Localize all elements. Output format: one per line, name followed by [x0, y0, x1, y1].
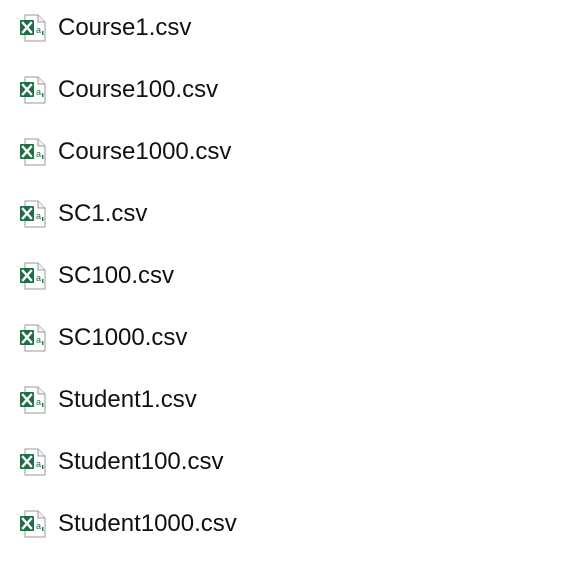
svg-text:a: a — [36, 211, 41, 221]
file-item-student1000[interactable]: a Student1000.csv — [18, 504, 538, 544]
file-item-student100[interactable]: a Student100.csv — [18, 442, 538, 482]
file-name: Course100.csv — [58, 76, 219, 103]
excel-csv-icon: a — [20, 200, 46, 228]
file-item-student1[interactable]: a Student1.csv — [18, 380, 538, 420]
svg-text:a: a — [36, 335, 41, 345]
file-item-course1000[interactable]: a Course1000.csv — [18, 132, 538, 172]
excel-csv-icon: a — [20, 448, 46, 476]
svg-text:a: a — [36, 149, 41, 159]
excel-csv-icon: a — [20, 262, 46, 290]
file-name: SC100.csv — [58, 262, 175, 289]
svg-text:a: a — [36, 273, 41, 283]
file-name: Student1.csv — [58, 386, 197, 413]
file-name: SC1.csv — [58, 200, 148, 227]
file-item-sc1[interactable]: a SC1.csv — [18, 194, 538, 234]
file-name: Course1000.csv — [58, 138, 232, 165]
file-name: SC1000.csv — [58, 324, 188, 351]
excel-csv-icon: a — [20, 138, 46, 166]
file-name: Student100.csv — [58, 448, 224, 475]
file-item-sc100[interactable]: a SC100.csv — [18, 256, 538, 296]
svg-text:a: a — [36, 87, 41, 97]
file-list: a Course1.csv a Course100.csv a Course10… — [0, 0, 566, 574]
svg-text:a: a — [36, 25, 41, 35]
file-item-sc1000[interactable]: a SC1000.csv — [18, 318, 538, 358]
excel-csv-icon: a — [20, 324, 46, 352]
excel-csv-icon: a — [20, 76, 46, 104]
svg-text:a: a — [36, 521, 41, 531]
file-name: Course1.csv — [58, 14, 192, 41]
svg-text:a: a — [36, 459, 41, 469]
file-item-course1[interactable]: a Course1.csv — [18, 8, 538, 48]
file-name: Student1000.csv — [58, 510, 237, 537]
excel-csv-icon: a — [20, 510, 46, 538]
excel-csv-icon: a — [20, 14, 46, 42]
file-item-course100[interactable]: a Course100.csv — [18, 70, 538, 110]
excel-csv-icon: a — [20, 386, 46, 414]
svg-text:a: a — [36, 397, 41, 407]
